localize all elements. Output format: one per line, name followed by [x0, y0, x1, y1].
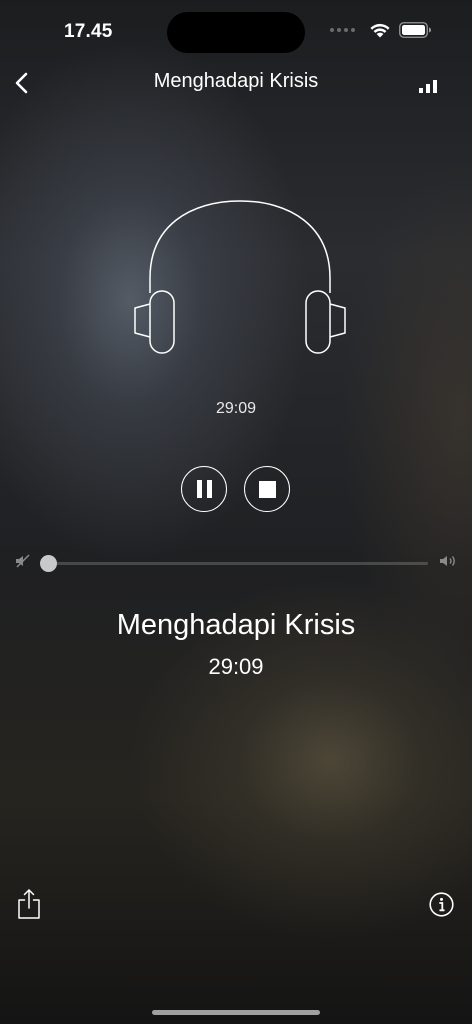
- elapsed-time-small: 29:09: [215, 400, 257, 417]
- volume-slider-thumb[interactable]: [40, 555, 57, 572]
- signal-bars-icon: [419, 80, 437, 93]
- stop-icon: [258, 480, 276, 498]
- share-button[interactable]: [17, 888, 41, 920]
- wifi-icon: [370, 23, 390, 38]
- audio-quality-button[interactable]: [416, 78, 442, 96]
- volume-slider[interactable]: [40, 555, 428, 572]
- headphones-icon: [134, 200, 346, 354]
- volume-high-icon: [440, 556, 455, 566]
- cellular-signal-icon: [330, 28, 355, 32]
- track-time: 29:09: [208, 654, 264, 679]
- home-indicator[interactable]: [152, 1010, 320, 1015]
- share-icon: [18, 889, 40, 919]
- pause-icon: [196, 480, 202, 498]
- page-title: Menghadapi Krisis: [153, 70, 319, 92]
- chevron-left-icon: [15, 72, 28, 94]
- stop-button[interactable]: [244, 466, 290, 512]
- status-bar-time: 17.45: [64, 21, 113, 42]
- volume-mute-icon: [16, 554, 30, 568]
- battery-icon: [399, 22, 431, 38]
- track-title: Menghadapi Krisis: [116, 609, 356, 641]
- back-button[interactable]: [10, 68, 36, 98]
- info-button[interactable]: [429, 892, 454, 917]
- status-bar-indicators: [330, 22, 432, 38]
- info-icon: [429, 892, 454, 917]
- dynamic-island: [167, 12, 305, 53]
- audio-player-screen: 17.45 Menghadapi Krisis 29:09 Menghadapi…: [0, 0, 472, 1024]
- pause-button[interactable]: [181, 466, 227, 512]
